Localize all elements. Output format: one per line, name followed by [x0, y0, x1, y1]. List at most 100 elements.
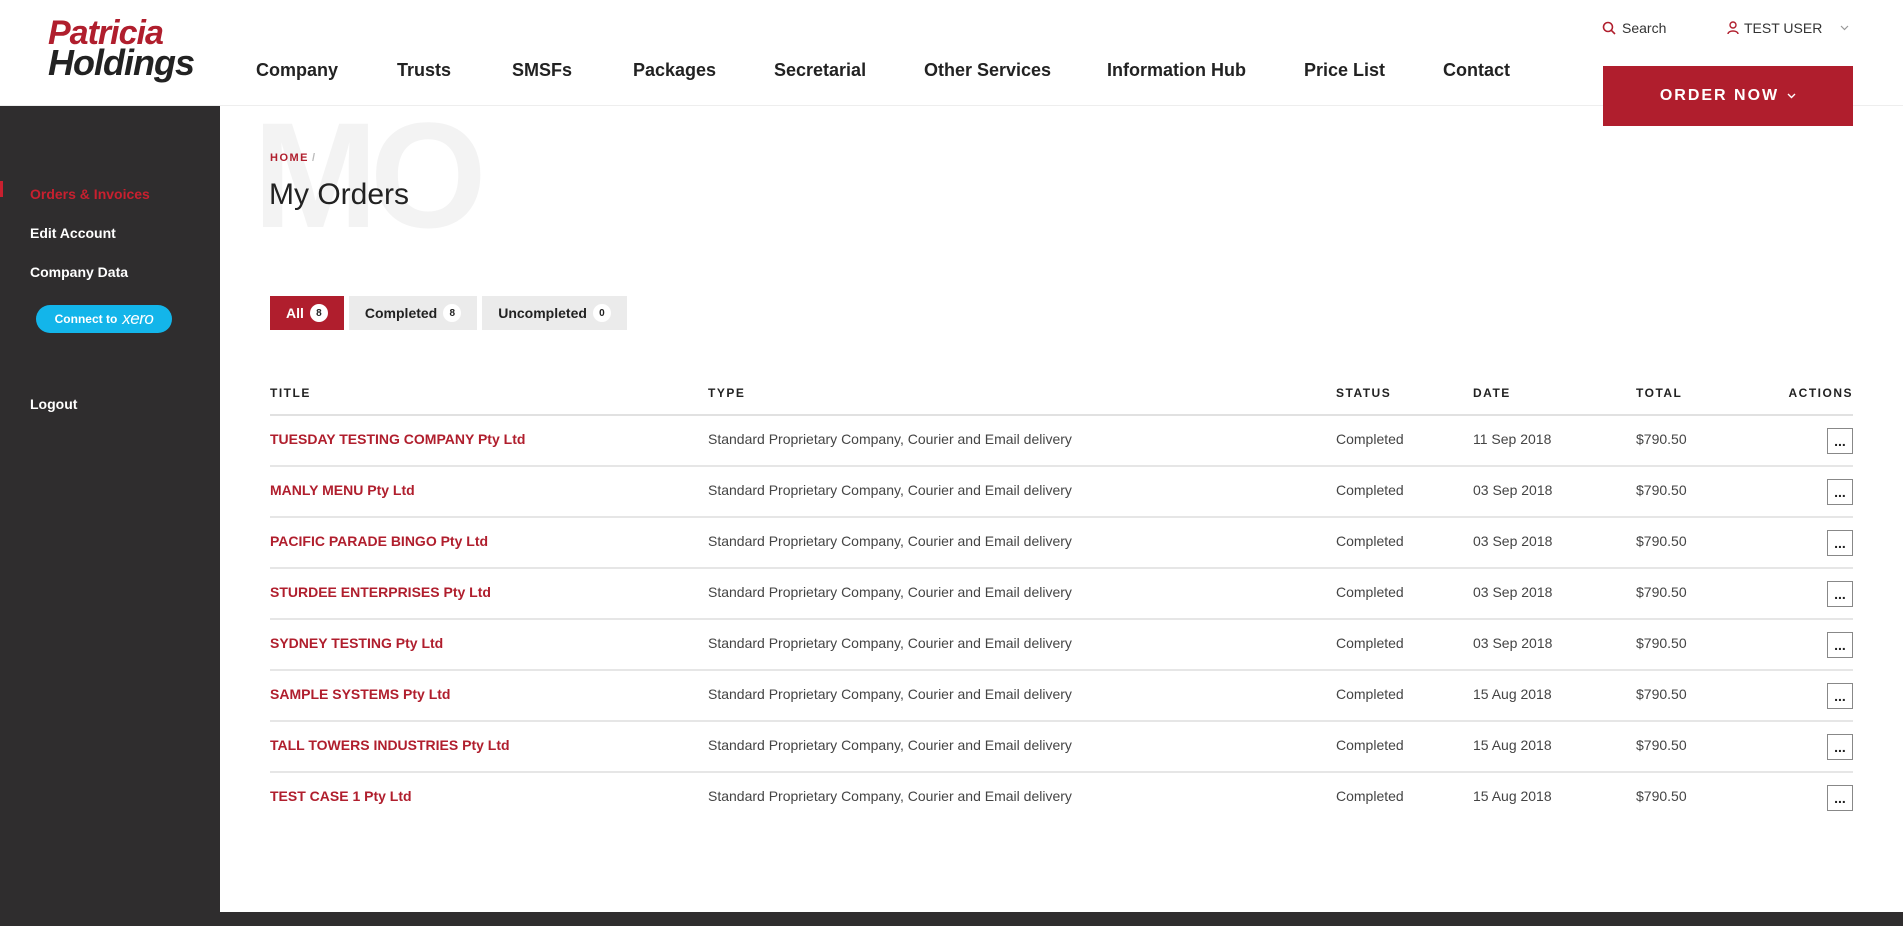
tab-count-badge: 8: [309, 304, 328, 322]
breadcrumb-separator: /: [312, 152, 317, 164]
sidebar-item-logout[interactable]: Logout: [30, 396, 77, 412]
nav-item-secretarial[interactable]: Secretarial: [774, 60, 866, 81]
order-title-link[interactable]: PACIFIC PARADE BINGO Pty Ltd: [270, 533, 488, 549]
nav-item-smsfs[interactable]: SMSFs: [512, 60, 572, 81]
table-header: TITLE TYPE STATUS DATE TOTAL ACTIONS: [270, 378, 1853, 416]
row-actions-button[interactable]: ...: [1827, 530, 1853, 556]
row-actions-button[interactable]: ...: [1827, 734, 1853, 760]
column-header-status: STATUS: [1336, 386, 1392, 400]
search-link[interactable]: Search: [1602, 20, 1666, 36]
tab-count-badge: 0: [592, 304, 611, 322]
order-status: Completed: [1336, 686, 1404, 702]
order-total: $790.50: [1636, 482, 1687, 498]
user-menu[interactable]: TEST USER: [1727, 20, 1849, 36]
nav-item-trusts[interactable]: Trusts: [397, 60, 451, 81]
order-total: $790.50: [1636, 686, 1687, 702]
order-title-link[interactable]: TALL TOWERS INDUSTRIES Pty Ltd: [270, 737, 510, 753]
orders-table: TITLE TYPE STATUS DATE TOTAL ACTIONS TUE…: [270, 378, 1853, 824]
page-watermark: MO: [253, 91, 487, 259]
order-title-link[interactable]: TEST CASE 1 Pty Ltd: [270, 788, 412, 804]
order-title-link[interactable]: STURDEE ENTERPRISES Pty Ltd: [270, 584, 491, 600]
row-actions-button[interactable]: ...: [1827, 581, 1853, 607]
row-actions-button[interactable]: ...: [1827, 632, 1853, 658]
search-label: Search: [1622, 20, 1667, 36]
sidebar-item-company-data[interactable]: Company Data: [30, 264, 128, 280]
order-status: Completed: [1336, 431, 1404, 447]
order-status: Completed: [1336, 737, 1404, 753]
order-total: $790.50: [1636, 584, 1687, 600]
breadcrumb: HOME /: [270, 152, 317, 164]
table-row: TUESDAY TESTING COMPANY Pty Ltd Standard…: [270, 416, 1853, 467]
table-row: SAMPLE SYSTEMS Pty Ltd Standard Propriet…: [270, 671, 1853, 722]
nav-item-price-list[interactable]: Price List: [1304, 60, 1385, 81]
nav-item-packages[interactable]: Packages: [633, 60, 716, 81]
sidebar-item-edit-account[interactable]: Edit Account: [30, 225, 116, 241]
order-type: Standard Proprietary Company, Courier an…: [708, 737, 1072, 753]
row-actions-button[interactable]: ...: [1827, 683, 1853, 709]
order-title-link[interactable]: MANLY MENU Pty Ltd: [270, 482, 415, 498]
user-icon: [1727, 21, 1739, 35]
nav-item-other-services[interactable]: Other Services: [924, 60, 1051, 81]
order-status: Completed: [1336, 533, 1404, 549]
column-header-total: TOTAL: [1636, 386, 1683, 400]
footer-bar: [220, 912, 1903, 926]
order-total: $790.50: [1636, 737, 1687, 753]
order-status: Completed: [1336, 635, 1404, 651]
order-now-button[interactable]: ORDER NOW: [1603, 66, 1853, 126]
tab-all[interactable]: All 8: [270, 296, 344, 330]
order-status: Completed: [1336, 788, 1404, 804]
connect-xero-prefix: Connect to: [54, 312, 118, 326]
tab-count-badge: 8: [443, 304, 462, 322]
order-total: $790.50: [1636, 431, 1687, 447]
row-actions-button[interactable]: ...: [1827, 785, 1853, 811]
column-header-title: TITLE: [270, 386, 311, 400]
order-type: Standard Proprietary Company, Courier an…: [708, 635, 1072, 651]
order-date: 15 Aug 2018: [1473, 737, 1552, 753]
order-date: 03 Sep 2018: [1473, 482, 1553, 498]
row-actions-button[interactable]: ...: [1827, 479, 1853, 505]
brand-logo[interactable]: Patricia Holdings: [48, 16, 195, 81]
order-title-link[interactable]: SAMPLE SYSTEMS Pty Ltd: [270, 686, 450, 702]
order-total: $790.50: [1636, 533, 1687, 549]
order-type: Standard Proprietary Company, Courier an…: [708, 584, 1072, 600]
search-icon: [1602, 21, 1616, 35]
order-status: Completed: [1336, 584, 1404, 600]
tab-label: Completed: [364, 305, 438, 321]
row-actions-button[interactable]: ...: [1827, 428, 1853, 454]
column-header-type: TYPE: [708, 386, 746, 400]
tab-label: All: [286, 305, 304, 321]
order-type: Standard Proprietary Company, Courier an…: [708, 482, 1072, 498]
page-title: My Orders: [269, 178, 410, 211]
sidebar-item-orders-invoices[interactable]: Orders & Invoices: [30, 186, 150, 202]
order-now-label: ORDER NOW: [1659, 87, 1780, 104]
order-date: 15 Aug 2018: [1473, 788, 1552, 804]
nav-item-company[interactable]: Company: [256, 60, 338, 81]
table-row: MANLY MENU Pty Ltd Standard Proprietary …: [270, 467, 1853, 518]
order-date: 03 Sep 2018: [1473, 584, 1553, 600]
chevron-down-icon: [1840, 23, 1849, 34]
order-title-link[interactable]: SYDNEY TESTING Pty Ltd: [270, 635, 443, 651]
column-header-actions: ACTIONS: [1788, 386, 1853, 400]
account-sidebar: Orders & Invoices Edit Account Company D…: [0, 106, 220, 926]
order-date: 11 Sep 2018: [1473, 431, 1552, 447]
order-date: 03 Sep 2018: [1473, 533, 1553, 549]
chevron-down-icon: [1787, 91, 1796, 102]
order-type: Standard Proprietary Company, Courier an…: [708, 788, 1072, 804]
table-row: STURDEE ENTERPRISES Pty Ltd Standard Pro…: [270, 569, 1853, 620]
table-row: PACIFIC PARADE BINGO Pty Ltd Standard Pr…: [270, 518, 1853, 569]
order-date: 03 Sep 2018: [1473, 635, 1553, 651]
order-total: $790.50: [1636, 635, 1687, 651]
breadcrumb-home[interactable]: HOME: [270, 152, 309, 164]
tab-completed[interactable]: Completed 8: [348, 296, 478, 330]
tab-uncompleted[interactable]: Uncompleted 0: [482, 296, 627, 330]
order-type: Standard Proprietary Company, Courier an…: [708, 431, 1072, 447]
user-name: TEST USER: [1744, 20, 1823, 36]
nav-item-information-hub[interactable]: Information Hub: [1107, 60, 1246, 81]
order-title-link[interactable]: TUESDAY TESTING COMPANY Pty Ltd: [270, 431, 525, 447]
connect-xero-button[interactable]: Connect to xero: [36, 305, 172, 333]
xero-logo: xero: [122, 309, 154, 328]
table-row: TALL TOWERS INDUSTRIES Pty Ltd Standard …: [270, 722, 1853, 773]
active-indicator: [0, 181, 3, 197]
nav-item-contact[interactable]: Contact: [1443, 60, 1510, 81]
tab-label: Uncompleted: [498, 305, 587, 321]
